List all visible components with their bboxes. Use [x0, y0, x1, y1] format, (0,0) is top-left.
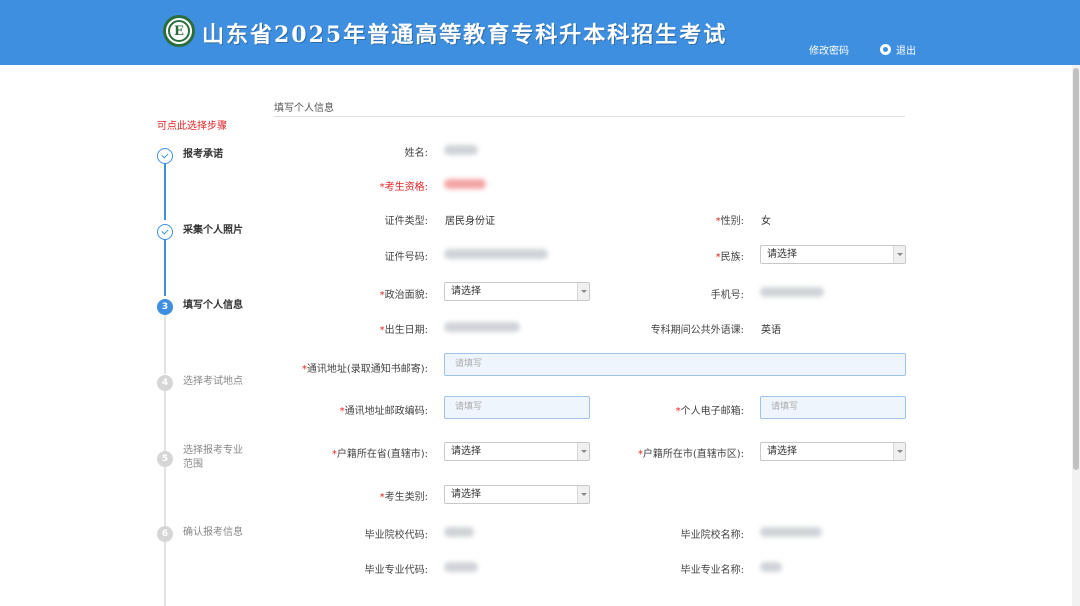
- phone-value: [760, 287, 824, 297]
- province-selected: 请选择: [451, 446, 481, 457]
- step-connector: [164, 390, 166, 452]
- category-select[interactable]: 请选择: [444, 485, 590, 504]
- school-code-value: [444, 527, 474, 537]
- politics-label: *政治面貌:: [379, 290, 428, 301]
- province-select[interactable]: 请选择: [444, 442, 590, 461]
- step-connector: [164, 466, 166, 526]
- step-label: 报考承诺: [183, 149, 223, 160]
- step-label: 确认报考信息: [183, 527, 243, 538]
- id-type-value: 居民身份证: [445, 216, 495, 227]
- logo-letter: E: [168, 20, 190, 42]
- logout-label: 退出: [896, 46, 916, 57]
- email-placeholder: 请填写: [771, 402, 799, 412]
- step-4[interactable]: 4 选择考试地点: [157, 375, 251, 391]
- step-5[interactable]: 5 选择报考专业范围: [157, 444, 249, 472]
- step-2[interactable]: 采集个人照片: [157, 224, 251, 240]
- foreign-lang-label: 专科期间公共外语课:: [650, 325, 744, 336]
- phone-label: 手机号:: [710, 290, 744, 301]
- school-name-label: 毕业院校名称:: [680, 530, 744, 541]
- id-number-value: [444, 249, 548, 259]
- chevron-down-icon: [577, 443, 589, 460]
- email-input[interactable]: 请填写: [760, 396, 906, 419]
- check-icon: [157, 148, 173, 164]
- category-selected: 请选择: [451, 489, 481, 500]
- city-select[interactable]: 请选择: [760, 442, 906, 461]
- exam-logo-icon: E: [163, 15, 195, 47]
- chevron-down-icon: [893, 443, 905, 460]
- step-label: 采集个人照片: [183, 225, 243, 236]
- postcode-placeholder: 请填写: [455, 402, 483, 412]
- birth-label: *出生日期:: [379, 325, 428, 336]
- school-code-label: 毕业院校代码:: [364, 530, 428, 541]
- id-type-label: 证件类型:: [384, 216, 428, 227]
- ethnicity-selected: 请选择: [767, 249, 797, 260]
- step-connector: [164, 163, 166, 220]
- politics-selected: 请选择: [451, 286, 481, 297]
- major-code-value: [444, 562, 478, 572]
- step-6[interactable]: 6 确认报考信息: [157, 526, 251, 542]
- ethnicity-select[interactable]: 请选择: [760, 245, 906, 264]
- address-label: *通讯地址(录取通知书邮寄):: [301, 364, 428, 375]
- major-code-label: 毕业专业代码:: [364, 565, 428, 576]
- address-placeholder: 请填写: [455, 359, 483, 369]
- chevron-down-icon: [577, 283, 589, 300]
- step-number: 4: [157, 375, 173, 391]
- step-connector: [164, 239, 166, 296]
- gender-label: *性别:: [715, 216, 744, 227]
- gender-value: 女: [761, 216, 771, 227]
- category-label: *考生类别:: [379, 492, 428, 503]
- city-label: *户籍所在市(直辖市区):: [637, 449, 744, 460]
- site-title: 山东省2025年普通高等教育专科升本科招生考试: [202, 22, 728, 48]
- city-selected: 请选择: [767, 446, 797, 457]
- chevron-down-icon: [577, 486, 589, 503]
- step-number: 6: [157, 526, 173, 542]
- check-icon: [157, 224, 173, 240]
- step-label: 选择报考专业范围: [183, 445, 243, 470]
- birth-value: [444, 322, 520, 332]
- step-label: 填写个人信息: [183, 300, 243, 311]
- postcode-label: *通讯地址邮政编码:: [339, 406, 428, 417]
- step-label: 选择考试地点: [183, 376, 243, 387]
- qualification-label: *考生资格:: [379, 182, 428, 193]
- ethnicity-label: *民族:: [715, 252, 744, 263]
- address-input[interactable]: 请填写: [444, 353, 906, 376]
- postcode-input[interactable]: 请填写: [444, 396, 590, 419]
- major-name-value: [760, 562, 782, 572]
- email-label: *个人电子邮箱:: [675, 406, 744, 417]
- step-connector: [164, 542, 166, 606]
- section-divider: [274, 116, 905, 117]
- change-password-link[interactable]: 修改密码: [809, 42, 849, 57]
- id-number-label: 证件号码:: [384, 252, 428, 263]
- step-1[interactable]: 报考承诺: [157, 148, 251, 164]
- step-number: 3: [157, 299, 173, 315]
- foreign-lang-value: 英语: [761, 325, 781, 336]
- section-title: 填写个人信息: [274, 103, 334, 114]
- chevron-down-icon: [893, 246, 905, 263]
- name-value: [444, 145, 478, 155]
- scrollbar-thumb[interactable]: [1073, 68, 1079, 470]
- major-name-label: 毕业专业名称:: [680, 565, 744, 576]
- province-label: *户籍所在省(直辖市):: [331, 449, 428, 460]
- step-hint: 可点此选择步骤: [157, 121, 227, 132]
- qualification-value: [444, 179, 486, 189]
- top-header: E 山东省2025年普通高等教育专科升本科招生考试 修改密码 退出: [0, 0, 1080, 65]
- school-name-value: [760, 527, 822, 537]
- step-3[interactable]: 3 填写个人信息: [157, 299, 251, 315]
- user-icon: [880, 44, 891, 55]
- step-number: 5: [157, 451, 173, 467]
- name-label: 姓名:: [404, 148, 428, 159]
- logout-link[interactable]: 退出: [880, 42, 916, 57]
- step-connector: [164, 315, 166, 374]
- politics-select[interactable]: 请选择: [444, 282, 590, 301]
